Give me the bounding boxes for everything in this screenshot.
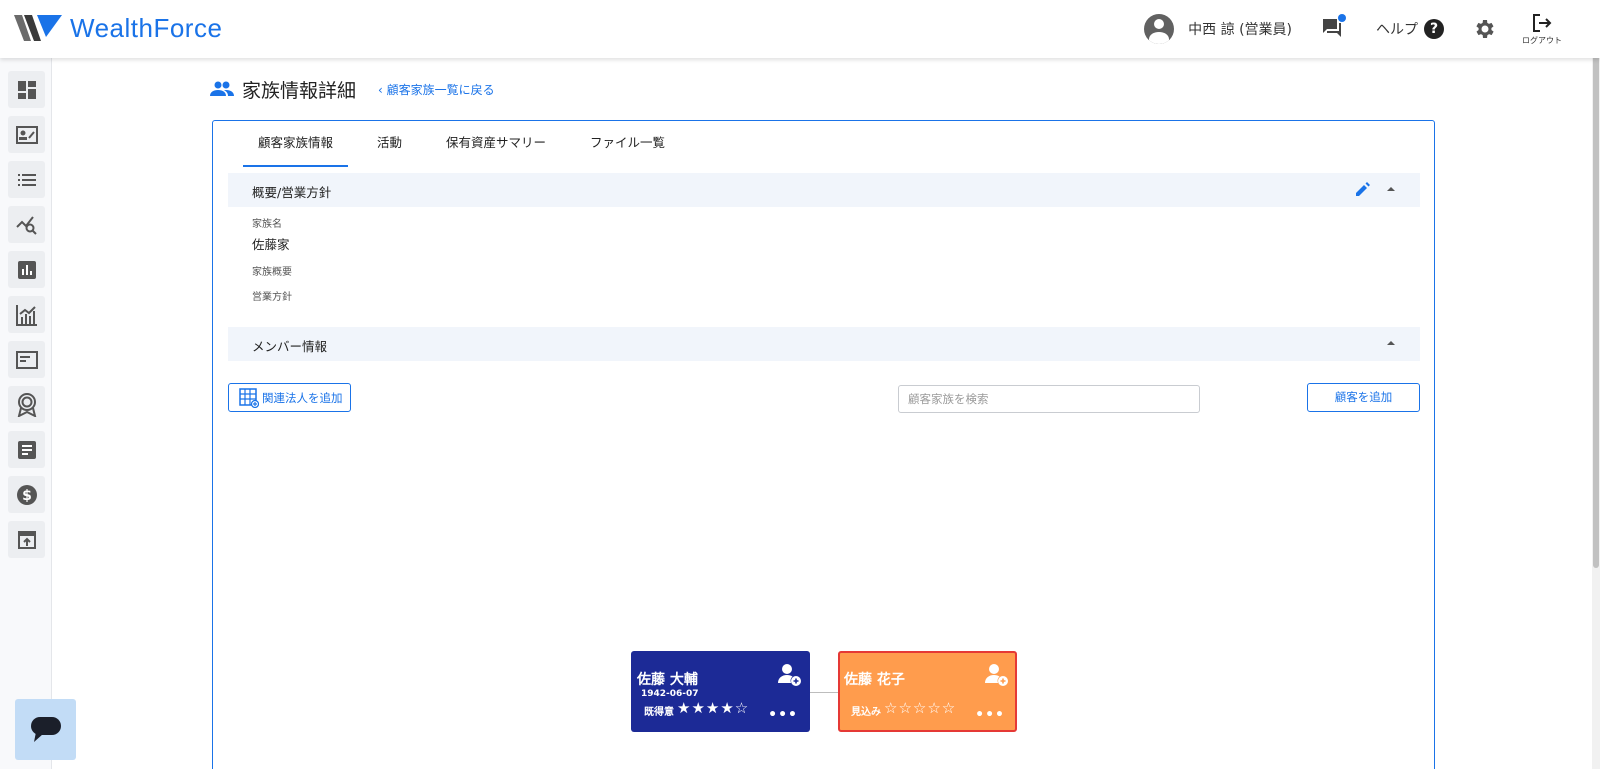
logout-label: ログアウト bbox=[1522, 35, 1562, 45]
logo-text: WealthForce bbox=[70, 12, 223, 43]
help-link[interactable]: ヘルプ bbox=[1376, 19, 1418, 39]
member-rating-stars: ☆☆☆☆☆ bbox=[884, 699, 957, 717]
chat-support-button[interactable] bbox=[15, 699, 76, 760]
family-name-label: 家族名 bbox=[252, 219, 282, 230]
tab-family-info[interactable]: 顧客家族情報 bbox=[243, 133, 349, 167]
chat-bubble-icon bbox=[30, 716, 61, 742]
pencil-edit-icon[interactable] bbox=[1356, 182, 1370, 196]
svg-text:$: $ bbox=[22, 488, 32, 504]
logo[interactable]: WealthForce bbox=[14, 12, 222, 44]
app-header: WealthForce 中西 諒 (営業員) ヘルプ ? ログアウト bbox=[0, 0, 1600, 58]
upload-icon bbox=[17, 530, 36, 549]
sidebar-item-finance[interactable]: $ bbox=[8, 476, 45, 513]
chevron-up-icon[interactable] bbox=[1384, 336, 1398, 350]
family-icon bbox=[210, 81, 234, 96]
page-scrollbar[interactable] bbox=[1592, 0, 1600, 769]
logout-button[interactable]: ログアウト bbox=[1522, 13, 1562, 46]
members-section-title: メンバー情報 bbox=[252, 339, 328, 354]
award-icon bbox=[17, 392, 36, 417]
family-search-input[interactable] bbox=[898, 385, 1200, 413]
add-user-icon[interactable] bbox=[778, 663, 802, 687]
page-title: 家族情報詳細 bbox=[242, 79, 357, 102]
help-icon[interactable]: ? bbox=[1424, 19, 1444, 39]
back-to-family-list-link[interactable]: ‹ 顧客家族一覧に戻る bbox=[378, 81, 495, 98]
notes-icon bbox=[17, 440, 36, 459]
analytics-search-icon bbox=[15, 215, 37, 235]
sidebar-item-list[interactable] bbox=[8, 161, 45, 198]
notification-dot bbox=[1338, 14, 1346, 22]
sidebar-item-notes[interactable] bbox=[8, 431, 45, 468]
sidebar-item-documents[interactable] bbox=[8, 341, 45, 378]
member-name: 佐藤 大輔 bbox=[637, 672, 698, 688]
overview-section-header[interactable]: 概要/営業方針 bbox=[228, 173, 1420, 207]
members-section-header[interactable]: メンバー情報 bbox=[228, 327, 1420, 361]
sales-policy-label: 営業方針 bbox=[252, 292, 292, 303]
logo-mark-icon bbox=[14, 15, 62, 41]
logout-icon bbox=[1533, 13, 1552, 32]
tab-file-list[interactable]: ファイル一覧 bbox=[575, 133, 680, 167]
member-card-daisuke[interactable]: 佐藤 大輔 1942-06-07 既得意 ★★★★☆ ••• bbox=[631, 651, 810, 732]
chevron-left-icon: ‹ bbox=[378, 82, 383, 97]
family-detail-panel: 顧客家族情報 活動 保有資産サマリー ファイル一覧 概要/営業方針 家族名 佐藤… bbox=[212, 120, 1435, 769]
sidebar-item-dashboard[interactable] bbox=[8, 71, 45, 108]
tab-bar: 顧客家族情報 活動 保有資産サマリー ファイル一覧 bbox=[243, 133, 694, 167]
family-summary-label: 家族概要 bbox=[252, 267, 292, 278]
dashboard-icon bbox=[17, 80, 36, 99]
tab-asset-summary[interactable]: 保有資産サマリー bbox=[431, 133, 561, 167]
list-icon bbox=[17, 173, 36, 186]
sidebar-item-analytics[interactable] bbox=[8, 206, 45, 243]
back-link-label: 顧客家族一覧に戻る bbox=[386, 82, 495, 97]
member-status: 見込み bbox=[851, 707, 881, 718]
growth-chart-icon bbox=[15, 304, 37, 326]
member-connector-line bbox=[810, 692, 838, 693]
user-avatar-icon[interactable] bbox=[1144, 14, 1175, 44]
add-customer-button[interactable]: 顧客を追加 bbox=[1307, 383, 1420, 412]
contact-card-icon bbox=[15, 125, 38, 144]
add-related-corp-button[interactable]: 関連法人を追加 bbox=[228, 383, 351, 412]
member-card-hanako[interactable]: 佐藤 花子 見込み ☆☆☆☆☆ ••• bbox=[838, 651, 1017, 732]
scrollbar-thumb[interactable] bbox=[1593, 20, 1599, 568]
dollar-icon: $ bbox=[16, 484, 37, 505]
sidebar-item-awards[interactable] bbox=[8, 386, 45, 423]
sidebar-item-growth[interactable] bbox=[8, 296, 45, 333]
tab-activity[interactable]: 活動 bbox=[362, 133, 417, 167]
member-status: 既得意 bbox=[644, 707, 674, 718]
add-user-icon[interactable] bbox=[985, 663, 1009, 687]
building-add-icon bbox=[239, 387, 259, 408]
page-title-row: 家族情報詳細 ‹ 顧客家族一覧に戻る bbox=[210, 76, 495, 102]
add-related-corp-label: 関連法人を追加 bbox=[262, 390, 343, 405]
sidebar-item-contacts[interactable] bbox=[8, 116, 45, 153]
member-dob: 1942-06-07 bbox=[641, 689, 699, 699]
family-name-value: 佐藤家 bbox=[252, 237, 290, 252]
sidebar: $ bbox=[0, 58, 52, 769]
messages-icon[interactable] bbox=[1320, 14, 1346, 42]
member-name: 佐藤 花子 bbox=[844, 672, 905, 688]
chevron-up-icon[interactable] bbox=[1384, 182, 1398, 196]
sidebar-item-reports[interactable] bbox=[8, 251, 45, 288]
more-options-icon[interactable]: ••• bbox=[768, 707, 798, 723]
member-rating-stars: ★★★★☆ bbox=[677, 699, 750, 717]
bar-chart-icon bbox=[17, 260, 36, 279]
more-options-icon[interactable]: ••• bbox=[975, 707, 1005, 723]
overview-section-title: 概要/営業方針 bbox=[252, 185, 332, 200]
gear-icon[interactable] bbox=[1472, 17, 1496, 41]
sidebar-item-upload[interactable] bbox=[8, 521, 45, 558]
user-name[interactable]: 中西 諒 (営業員) bbox=[1188, 19, 1292, 39]
document-icon bbox=[15, 350, 38, 369]
